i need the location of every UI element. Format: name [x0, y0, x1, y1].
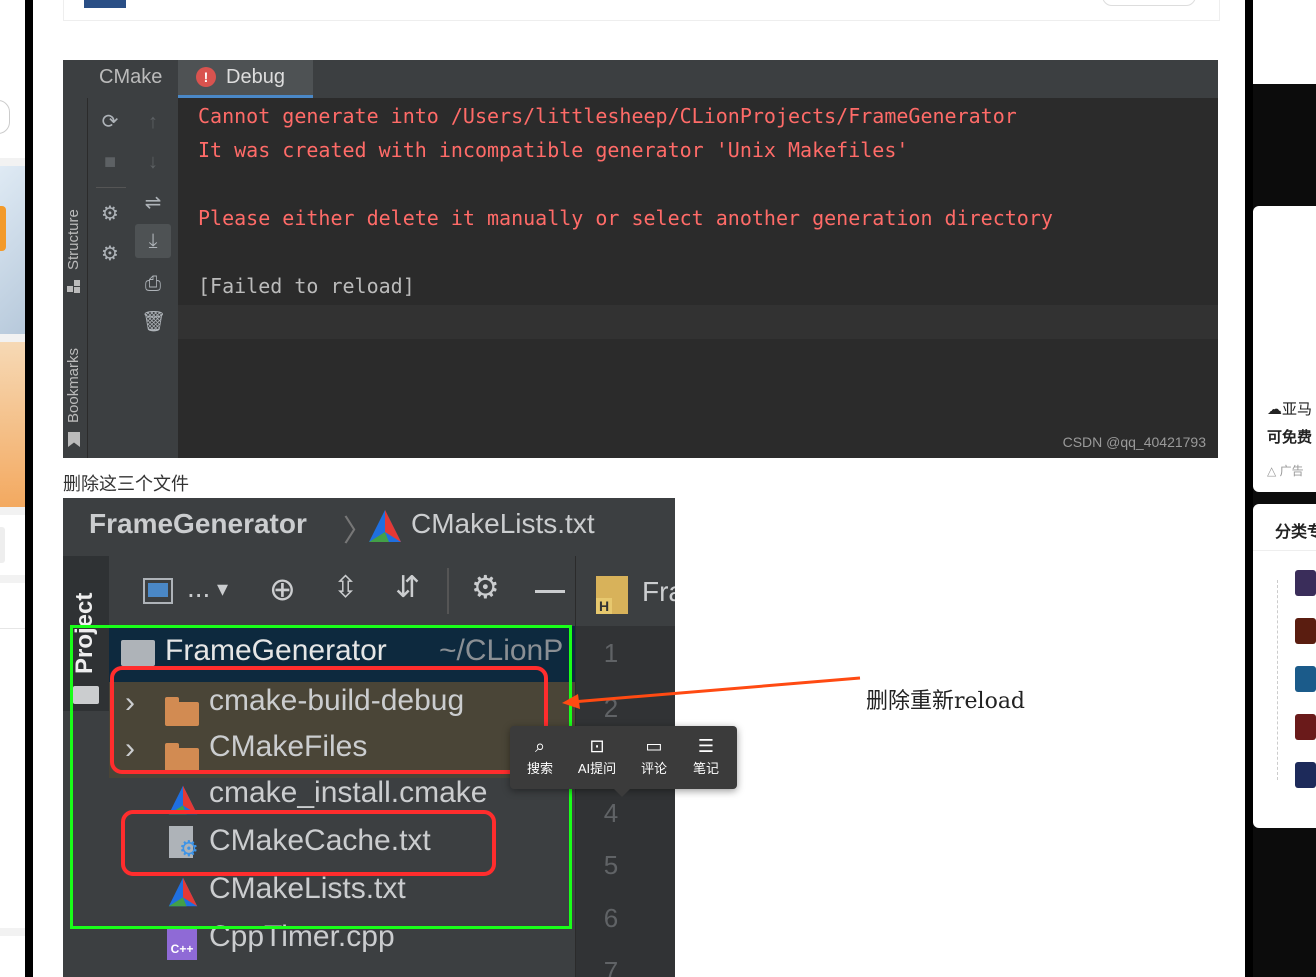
console-line: It was created with incompatible generat… [198, 138, 909, 162]
line-number: 4 [603, 798, 619, 828]
breadcrumb-project[interactable]: FrameGenerator [89, 508, 307, 540]
left-card [0, 583, 25, 928]
category-thumb[interactable] [1295, 666, 1316, 692]
search-icon: ⌕ [534, 736, 546, 756]
line-number: 7 [603, 956, 619, 977]
follow-button[interactable] [1102, 0, 1196, 6]
ad-label-text: 广告 [1279, 464, 1304, 478]
category-thumb[interactable] [1295, 714, 1316, 740]
view-icon[interactable] [143, 578, 173, 604]
left-thumbnail [0, 166, 25, 334]
ai-ask-label: AI提问 [577, 761, 617, 776]
ad-label: △ 广告 [1267, 462, 1304, 479]
left-card [0, 936, 25, 977]
comment-button[interactable]: ▭ 评论 [626, 726, 682, 789]
bookmark-icon [68, 432, 80, 447]
red-highlight-box [121, 810, 496, 876]
tab-debug[interactable]: ! Debug [178, 60, 313, 98]
annotation-arrow [562, 676, 861, 709]
console-line: [Failed to reload] [198, 274, 415, 298]
tool-window-tab-bar: CMake ! Debug [63, 60, 1218, 98]
category-card: 分类专 [1253, 504, 1316, 828]
print-icon[interactable]: ⎙ [141, 274, 165, 294]
gear-icon[interactable]: ⚙ [471, 568, 500, 606]
cmake-tool-window-screenshot: CMake ! Debug Structure Bookmarks ⟳ ↑ ■ … [63, 60, 1218, 458]
ad-icon: △ [1267, 464, 1280, 478]
annotation-text: 删除重新reload [866, 689, 1026, 714]
project-toolbar: ... ▾ ⊕ ⇳ ⇵ ⚙ [109, 556, 575, 626]
editor-tab-label: Fra [642, 576, 675, 607]
caret-row [178, 305, 1218, 339]
note-icon: ☰ [697, 736, 715, 756]
note-button[interactable]: ☰ 笔记 [678, 726, 734, 789]
gear-icon[interactable]: ⚙ [98, 244, 122, 264]
left-circle-button[interactable] [0, 100, 10, 134]
console-line: Cannot generate into /Users/littlesheep/… [198, 104, 1017, 128]
cmake-settings-icon[interactable]: ⚙ [98, 204, 122, 224]
chevron-down-icon: ▾ [217, 576, 229, 601]
bookmarks-tab[interactable]: Bookmarks [65, 348, 82, 423]
search-button[interactable]: ⌕ 搜索 [512, 726, 568, 789]
cpp-file-icon: C++ [167, 926, 197, 960]
left-card [0, 0, 25, 158]
locate-icon[interactable]: ⊕ [269, 570, 296, 608]
robot-icon: ⊡ [589, 736, 605, 756]
structure-icon [67, 280, 80, 293]
red-highlight-box [110, 666, 548, 774]
view-dropdown[interactable]: ... [187, 572, 210, 604]
note-label: 笔记 [692, 761, 719, 776]
reload-icon[interactable]: ⟳ [98, 112, 122, 132]
tab-debug-label: Debug [226, 66, 285, 88]
editor-tab[interactable]: H Fra [575, 556, 675, 626]
right-sidebar: ☁亚马 可免费 △ 广告 分类专 [1253, 0, 1316, 977]
left-tool-sidebar: Structure Bookmarks [63, 98, 88, 458]
structure-tab[interactable]: Structure [65, 209, 82, 270]
scroll-to-end-button[interactable]: ⤓ [135, 224, 171, 258]
ad-title-text: 亚马 [1282, 401, 1313, 418]
cmake-icon [369, 510, 401, 542]
stop-icon[interactable]: ■ [98, 152, 122, 172]
ad-card: ☁亚马 可免费 △ 广告 [1253, 206, 1316, 492]
line-number: 6 [603, 903, 619, 933]
console-toolbar: ⟳ ↑ ■ ↓ ⇌ ⚙ ⤓ ⚙ ⎙ 🗑 [88, 98, 178, 458]
trash-icon[interactable]: 🗑 [141, 312, 166, 332]
console-output: Cannot generate into /Users/littlesheep/… [178, 98, 1218, 458]
ad-title: ☁亚马 [1267, 398, 1312, 419]
header-file-icon: H [596, 576, 628, 614]
hide-icon[interactable] [535, 590, 565, 593]
soft-wrap-icon[interactable]: ⇌ [141, 193, 165, 213]
error-icon: ! [196, 67, 216, 87]
search-label: 搜索 [526, 761, 553, 776]
comment-label: 评论 [640, 761, 667, 776]
sidebar-card [1253, 0, 1316, 84]
left-thumbnail [0, 342, 25, 507]
category-thumb[interactable] [1295, 570, 1316, 596]
left-card [0, 515, 25, 575]
expand-all-icon[interactable]: ⇳ [333, 570, 358, 605]
collapse-all-icon[interactable]: ⇵ [395, 570, 420, 605]
cloud-icon: ☁ [1267, 401, 1282, 418]
ad-promo: 可免费 [1267, 429, 1313, 446]
console-line: Please either delete it manually or sele… [198, 206, 1053, 230]
avatar [84, 0, 126, 8]
watermark: CSDN @qq_40421793 [1062, 434, 1206, 450]
line-number: 1 [603, 638, 619, 668]
author-bar [63, 0, 1220, 21]
scroll-to-end-icon: ⤓ [148, 230, 158, 252]
breadcrumb-file[interactable]: CMakeLists.txt [411, 508, 595, 540]
category-thumb[interactable] [1295, 618, 1316, 644]
category-thumb[interactable] [1295, 762, 1316, 788]
up-arrow-icon[interactable]: ↑ [141, 112, 165, 132]
breadcrumb: FrameGenerator 〉 CMakeLists.txt [63, 498, 675, 557]
caption-text: 删除这三个文件 [63, 474, 189, 494]
tab-cmake[interactable]: CMake [99, 66, 162, 89]
ai-ask-button[interactable]: ⊡ AI提问 [569, 726, 625, 789]
down-arrow-icon[interactable]: ↓ [141, 152, 165, 172]
left-page-strip [0, 0, 25, 977]
category-title: 分类专 [1275, 524, 1316, 541]
line-number: 5 [603, 850, 619, 880]
comment-icon: ▭ [645, 736, 663, 756]
selection-popup: ⌕ 搜索 ⊡ AI提问 ▭ 评论 ☰ 笔记 [510, 726, 737, 797]
